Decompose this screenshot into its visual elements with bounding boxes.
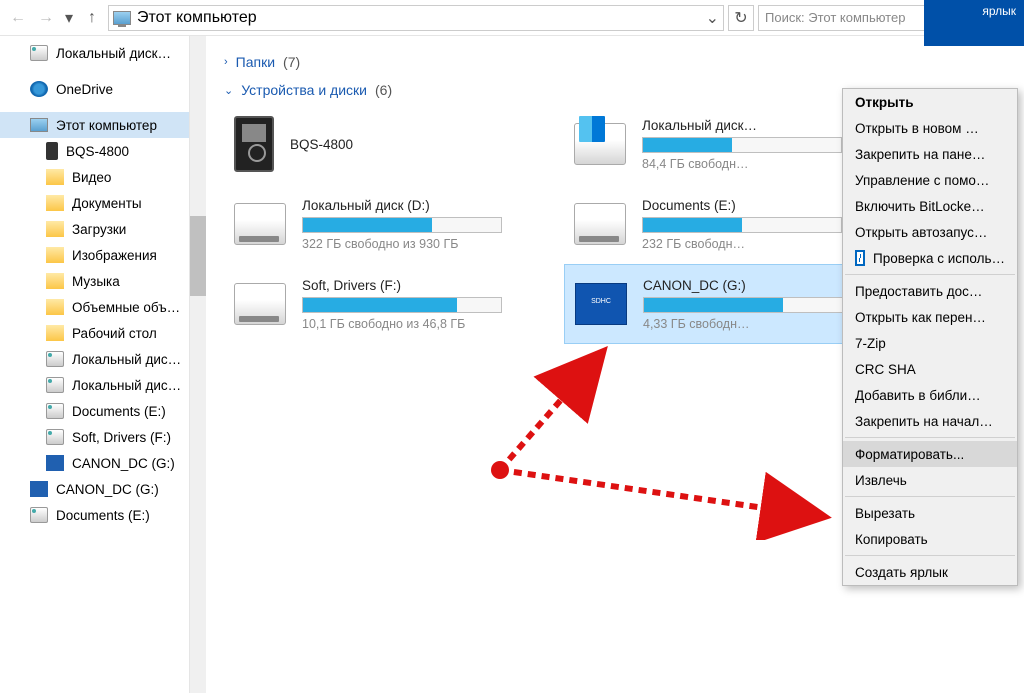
drive-item[interactable]: Soft, Drivers (F:) 10,1 ГБ свободно из 46… bbox=[224, 264, 564, 344]
drive-item[interactable]: BQS-4800 bbox=[224, 104, 564, 184]
onedrive-icon bbox=[30, 81, 48, 97]
pc-icon bbox=[30, 118, 48, 132]
refresh-button[interactable]: ↻ bbox=[728, 5, 754, 31]
context-menu-item[interactable]: CRC SHA bbox=[843, 356, 1017, 382]
address-bar[interactable]: Этот компьютер ⌄ bbox=[108, 5, 724, 31]
address-text: Этот компьютер bbox=[137, 9, 257, 27]
chevron-down-icon: ⌄ bbox=[224, 84, 233, 97]
history-dropdown-icon[interactable]: ▾ bbox=[62, 6, 76, 30]
context-menu-item[interactable]: Копировать bbox=[843, 526, 1017, 552]
sidebar-item[interactable]: BQS-4800 bbox=[0, 138, 189, 164]
chevron-right-icon: › bbox=[224, 56, 228, 68]
pc-icon bbox=[113, 11, 131, 25]
sidebar-item[interactable]: Локальный дис… bbox=[0, 372, 189, 398]
sidebar-item[interactable]: CANON_DC (G:) bbox=[0, 476, 189, 502]
usage-bar bbox=[302, 297, 502, 313]
usage-bar bbox=[643, 297, 843, 313]
sidebar-item[interactable]: CANON_DC (G:) bbox=[0, 450, 189, 476]
sd-icon bbox=[30, 481, 48, 497]
forward-button[interactable]: → bbox=[34, 6, 58, 30]
context-menu-item[interactable]: Форматировать... bbox=[843, 441, 1017, 467]
context-menu-item[interactable]: Добавить в библи… bbox=[843, 382, 1017, 408]
sidebar-item[interactable]: OneDrive bbox=[0, 76, 189, 102]
drive-icon bbox=[46, 351, 64, 367]
shield-icon bbox=[855, 250, 865, 266]
context-menu-item[interactable]: Закрепить на начал… bbox=[843, 408, 1017, 434]
sidebar-item[interactable]: Локальный диск… bbox=[0, 40, 189, 66]
drive-subtext: 10,1 ГБ свободно из 46,8 ГБ bbox=[302, 317, 554, 331]
drive-name: Soft, Drivers (F:) bbox=[302, 278, 554, 293]
group-folders[interactable]: › Папки (7) bbox=[224, 54, 1006, 70]
folder-icon bbox=[46, 325, 64, 341]
sidebar-item[interactable]: Объемные объ… bbox=[0, 294, 189, 320]
menu-separator bbox=[845, 555, 1015, 556]
drive-icon bbox=[46, 403, 64, 419]
context-menu-item[interactable]: Включить BitLocke… bbox=[843, 193, 1017, 219]
sidebar-item[interactable]: Soft, Drivers (F:) bbox=[0, 424, 189, 450]
context-menu-item[interactable]: Создать ярлык bbox=[843, 559, 1017, 585]
sidebar-item[interactable]: Documents (E:) bbox=[0, 398, 189, 424]
sd-icon bbox=[46, 455, 64, 471]
menu-separator bbox=[845, 437, 1015, 438]
sidebar-item[interactable]: Локальный дис… bbox=[0, 346, 189, 372]
drive-name: Локальный диск (D:) bbox=[302, 198, 554, 213]
folder-icon bbox=[46, 221, 64, 237]
win-icon bbox=[574, 123, 626, 165]
chevron-down-icon[interactable]: ⌄ bbox=[706, 8, 719, 28]
toolbar: ← → ▾ ↑ Этот компьютер ⌄ ↻ Поиск: Этот к… bbox=[0, 0, 1024, 36]
sidebar-item[interactable]: Этот компьютер bbox=[0, 112, 189, 138]
drive-icon bbox=[30, 45, 48, 61]
drive-icon bbox=[30, 507, 48, 523]
sidebar-item[interactable]: Музыка bbox=[0, 268, 189, 294]
context-menu-item[interactable]: Закрепить на пане… bbox=[843, 141, 1017, 167]
sidebar-item[interactable]: Изображения bbox=[0, 242, 189, 268]
hdd-icon bbox=[234, 283, 286, 325]
context-menu-item[interactable]: 7-Zip bbox=[843, 330, 1017, 356]
hdd-icon bbox=[234, 203, 286, 245]
sidebar-item[interactable]: Видео bbox=[0, 164, 189, 190]
scrollbar-thumb[interactable] bbox=[190, 216, 206, 296]
menu-separator bbox=[845, 274, 1015, 275]
folder-icon bbox=[46, 195, 64, 211]
drive-icon bbox=[46, 429, 64, 445]
sidebar-item[interactable]: Рабочий стол bbox=[0, 320, 189, 346]
search-placeholder: Поиск: Этот компьютер bbox=[765, 10, 905, 25]
back-button[interactable]: ← bbox=[6, 6, 30, 30]
context-menu-item[interactable]: Извлечь bbox=[843, 467, 1017, 493]
context-menu-item[interactable]: Открыть bbox=[843, 89, 1017, 115]
mp3-icon bbox=[234, 116, 274, 172]
usage-bar bbox=[642, 137, 842, 153]
context-menu-item[interactable]: Открыть в новом … bbox=[843, 115, 1017, 141]
usage-bar bbox=[302, 217, 502, 233]
context-menu-item[interactable]: Открыть автозапус… bbox=[843, 219, 1017, 245]
sdhc-icon: SDHC bbox=[575, 283, 627, 325]
drive-subtext: 322 ГБ свободно из 930 ГБ bbox=[302, 237, 554, 251]
folder-icon bbox=[46, 247, 64, 263]
sidebar-item[interactable]: Документы bbox=[0, 190, 189, 216]
sidebar: Локальный диск… OneDrive Этот компьютерBQS… bbox=[0, 36, 190, 693]
drive-icon bbox=[46, 377, 64, 393]
context-menu-item[interactable]: Открыть как перен… bbox=[843, 304, 1017, 330]
folder-icon bbox=[46, 169, 64, 185]
phone-icon bbox=[46, 142, 58, 160]
sidebar-item[interactable]: Documents (E:) bbox=[0, 502, 189, 528]
sidebar-scrollbar[interactable] bbox=[190, 36, 206, 693]
context-menu-item[interactable]: Вырезать bbox=[843, 500, 1017, 526]
drive-name: BQS-4800 bbox=[290, 137, 554, 152]
folder-icon bbox=[46, 273, 64, 289]
hdd-icon bbox=[574, 203, 626, 245]
sidebar-item[interactable]: Загрузки bbox=[0, 216, 189, 242]
up-button[interactable]: ↑ bbox=[80, 6, 104, 30]
context-menu-item[interactable]: Управление с помо… bbox=[843, 167, 1017, 193]
drive-item[interactable]: Локальный диск (D:) 322 ГБ свободно из 93… bbox=[224, 184, 564, 264]
menu-separator bbox=[845, 496, 1015, 497]
usage-bar bbox=[642, 217, 842, 233]
context-menu-item[interactable]: Предоставить дос… bbox=[843, 278, 1017, 304]
context-menu: ОткрытьОткрыть в новом …Закрепить на пан… bbox=[842, 88, 1018, 586]
context-menu-item[interactable]: Проверка с исполь… bbox=[843, 245, 1017, 271]
folder-icon bbox=[46, 299, 64, 315]
